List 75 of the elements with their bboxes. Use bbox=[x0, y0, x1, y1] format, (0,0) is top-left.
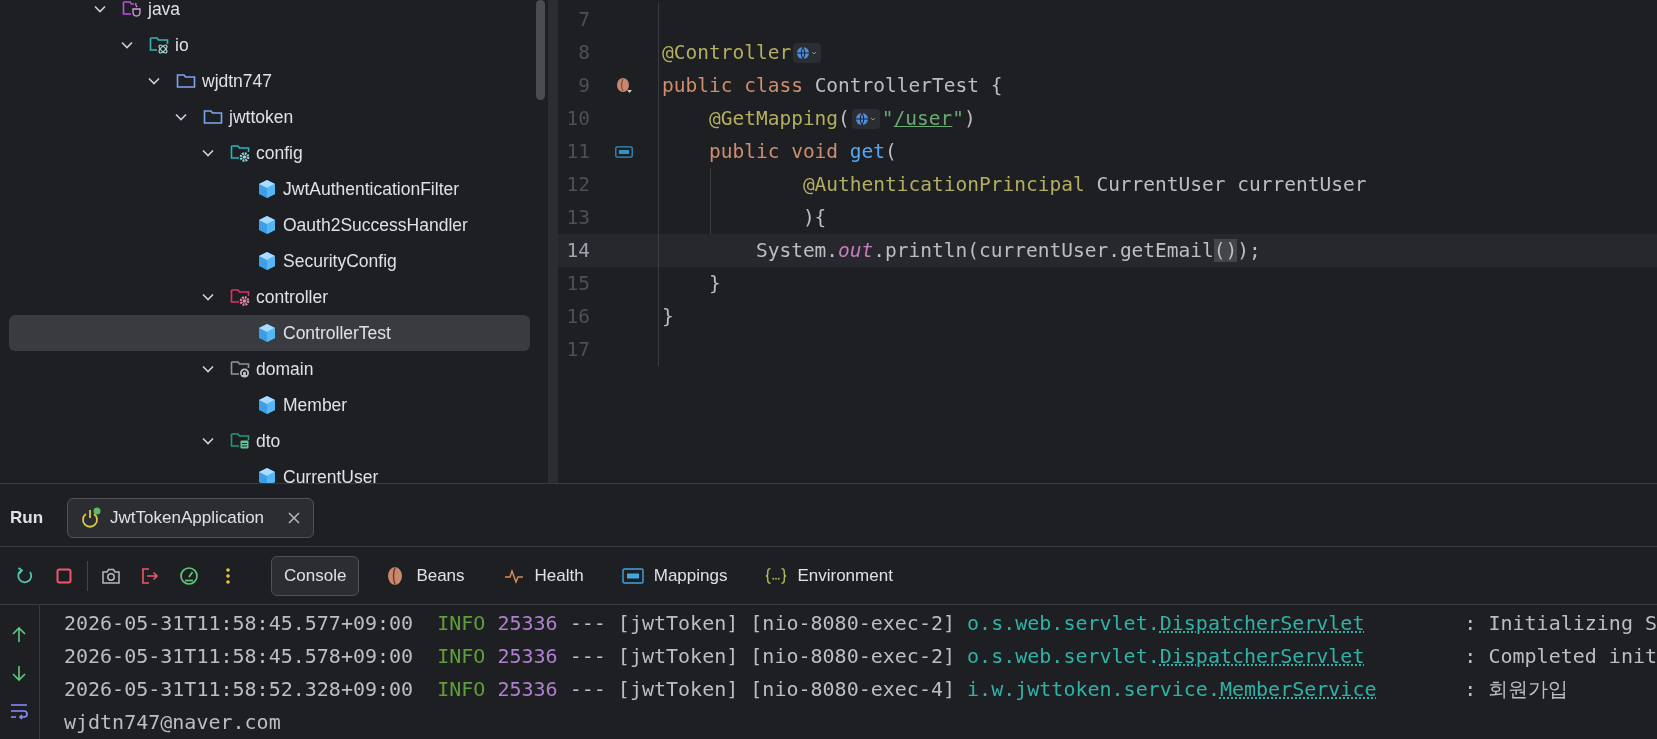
tree-row[interactable]: controller bbox=[9, 279, 530, 315]
api-icon bbox=[621, 565, 644, 586]
rerun-icon[interactable] bbox=[15, 565, 35, 586]
tree-item-label: jwttoken bbox=[229, 106, 294, 128]
view-tab[interactable]: Console bbox=[271, 555, 360, 596]
run-tab[interactable]: JwtTokenApplication bbox=[67, 498, 315, 538]
folder-gear-icon bbox=[230, 287, 250, 307]
console-line: 2026-05-31T11:58:52.328+09:00 INFO 25336 --- [jwtToken] [nio-8080-exec-4] i.w.jwttoken.service.MemberService : 회원가입 bbox=[63, 676, 1570, 703]
tree-row[interactable]: wjdtn747 bbox=[9, 63, 530, 99]
tree-item-label: java bbox=[148, 0, 181, 20]
code-line: } bbox=[707, 272, 721, 295]
folder-atom-icon bbox=[149, 35, 169, 55]
code-line: public void get( bbox=[707, 140, 897, 163]
code-line: @GetMapping( "/user") bbox=[707, 107, 976, 130]
tree-row[interactable]: java bbox=[9, 0, 530, 27]
tree-row[interactable]: Member bbox=[9, 387, 530, 423]
folder-badge-icon bbox=[230, 359, 250, 379]
tree-row[interactable]: SecurityConfig bbox=[9, 243, 530, 279]
tree-row[interactable]: domain bbox=[9, 351, 530, 387]
panel-title: Run bbox=[10, 508, 44, 528]
tree-item-label: io bbox=[175, 34, 189, 56]
cube-icon bbox=[257, 179, 277, 199]
tree-item-label: ControllerTest bbox=[283, 322, 391, 344]
close-icon[interactable] bbox=[287, 511, 302, 525]
tree-item-label: Member bbox=[283, 394, 348, 416]
code-line: System.out.println(currentUser.getEmail()); bbox=[754, 239, 1261, 262]
tree-item-label: domain bbox=[256, 358, 314, 380]
tree-row[interactable]: jwttoken bbox=[9, 99, 530, 135]
folder-icon bbox=[176, 71, 196, 91]
bean-icon[interactable] bbox=[615, 76, 633, 95]
code-line: ){ bbox=[801, 206, 827, 229]
folder-table-icon bbox=[230, 431, 250, 451]
tree-item-label: wjdtn747 bbox=[202, 70, 273, 92]
console-line: 2026-05-31T11:58:45.578+09:00 INFO 25336 --- [jwtToken] [nio-8080-exec-2] o.s.web.servlet.DispatcherServlet : Completed init bbox=[63, 643, 1657, 670]
braces-icon bbox=[765, 565, 788, 586]
tree-row[interactable]: Oauth2SuccessHandler bbox=[9, 207, 530, 243]
view-tab[interactable]: Mappings bbox=[608, 555, 741, 596]
tree-row[interactable]: CurrentUser bbox=[9, 459, 530, 483]
cube-icon bbox=[257, 215, 277, 235]
globe-inlay-icon[interactable] bbox=[793, 42, 822, 63]
api-icon[interactable] bbox=[615, 145, 633, 158]
code-line: } bbox=[662, 305, 674, 328]
line-number: 14 bbox=[565, 239, 590, 262]
cube-icon bbox=[257, 323, 277, 343]
view-tab[interactable]: Environment bbox=[752, 555, 906, 596]
console-line: 2026-05-31T11:58:45.577+09:00 INFO 25336 --- [jwtToken] [nio-8080-exec-2] o.s.web.servlet.DispatcherServlet : Initializing S bbox=[63, 610, 1657, 637]
console-line: wjdtn747@naver.com bbox=[63, 709, 282, 736]
wrap-icon[interactable] bbox=[9, 701, 30, 721]
view-tab[interactable]: Health bbox=[489, 555, 597, 596]
folder-gear-icon bbox=[230, 143, 250, 163]
code-line: @AuthenticationPrincipal CurrentUser currentUser bbox=[801, 173, 1367, 196]
folder-icon bbox=[203, 107, 223, 127]
selected-tree-row[interactable]: ControllerTest bbox=[9, 315, 530, 351]
cube-icon bbox=[257, 395, 277, 415]
code-line: public class ControllerTest { bbox=[662, 74, 1003, 97]
tree-item-label: Oauth2SuccessHandler bbox=[283, 214, 468, 236]
exit-icon[interactable] bbox=[140, 565, 160, 586]
cube-icon bbox=[257, 251, 277, 271]
tree-item-label: CurrentUser bbox=[283, 466, 379, 483]
tree-item-label: controller bbox=[256, 286, 328, 308]
code-line: @Controller bbox=[662, 41, 824, 64]
tree-row[interactable]: config bbox=[9, 135, 530, 171]
gauge-icon[interactable] bbox=[179, 565, 199, 586]
tree-item-label: config bbox=[256, 142, 303, 164]
folder-cup-icon bbox=[122, 0, 142, 19]
tree-item-label: JwtAuthenticationFilter bbox=[283, 178, 460, 200]
tree-row[interactable]: dto bbox=[9, 423, 530, 459]
globe-inlay-icon[interactable] bbox=[851, 108, 880, 129]
cube-icon bbox=[257, 467, 277, 483]
scrollbar-thumb[interactable] bbox=[536, 0, 545, 100]
tree-row[interactable]: JwtAuthenticationFilter bbox=[9, 171, 530, 207]
tree-item-label: dto bbox=[256, 430, 281, 452]
view-tab[interactable]: Beans bbox=[371, 555, 478, 596]
tree-item-label: SecurityConfig bbox=[283, 250, 397, 272]
tree-row[interactable]: io bbox=[9, 27, 530, 63]
